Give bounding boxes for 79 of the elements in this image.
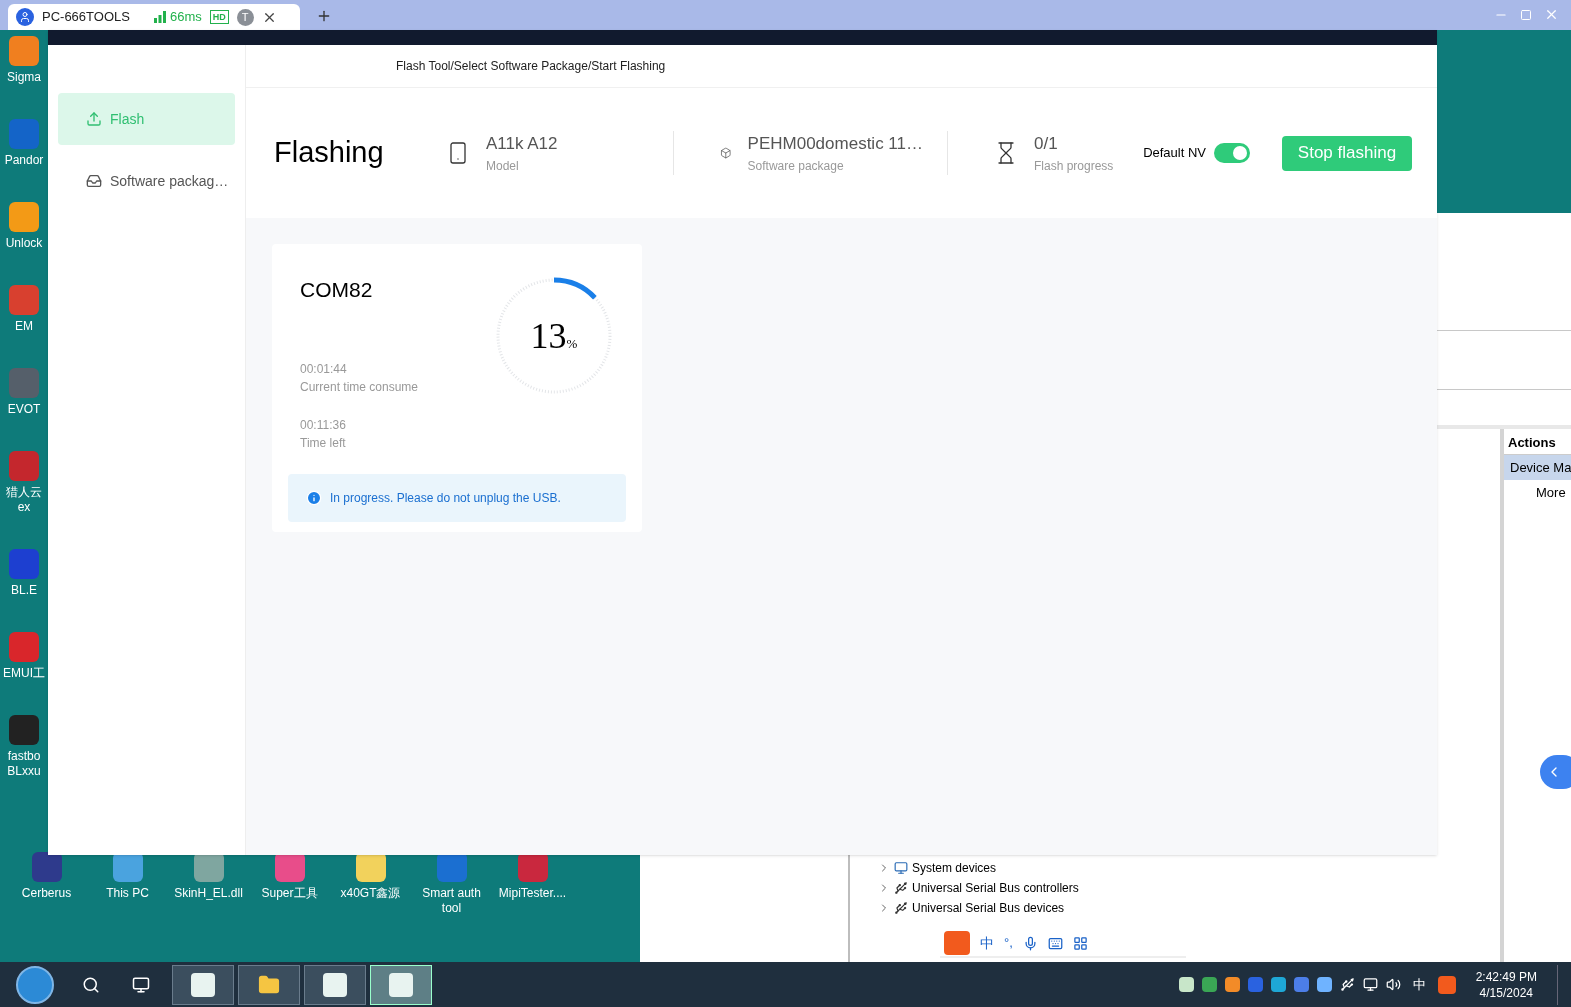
taskbar-app-button[interactable] [238, 964, 300, 1005]
page-title: Flashing [274, 135, 385, 171]
stat-label: Time left [300, 434, 347, 452]
usb-icon [894, 901, 908, 915]
notice-text: In progress. Please do not unplug the USB. [330, 489, 561, 507]
default-nv-toggle[interactable] [1214, 143, 1250, 163]
microphone-icon[interactable] [1022, 935, 1038, 951]
new-tab-icon[interactable] [316, 8, 332, 24]
app-icon [191, 972, 215, 997]
taskbar-app-button[interactable] [304, 964, 366, 1005]
desktop-icon-label[interactable]: Sigma [7, 70, 41, 85]
keyboard-icon[interactable] [1047, 935, 1063, 951]
info-value: PEHM00domestic 11… [747, 133, 923, 156]
remote-tab[interactable]: PC-666TOOLS 66ms HD T [8, 4, 300, 30]
stat-label: Current time consume [300, 378, 419, 396]
tray-app-icon[interactable] [1224, 977, 1240, 992]
inbox-icon [86, 173, 102, 189]
desktop-icon-label[interactable]: Super工具 [261, 886, 318, 901]
grid-icon[interactable] [1072, 935, 1088, 951]
signal-icon [153, 11, 166, 23]
ime-tray-icon[interactable] [1437, 975, 1456, 994]
taskbar-app-button[interactable] [172, 964, 234, 1005]
action-item[interactable]: More [1504, 480, 1571, 505]
clock[interactable]: 2:42:49 PM 4/15/2024 [1475, 968, 1537, 1001]
desktop-icon-label[interactable]: Pandor [4, 153, 44, 168]
folder-icon [258, 973, 280, 996]
port-name: COM82 [300, 277, 374, 303]
desktop-icon-label[interactable]: This PC [106, 886, 149, 901]
stat-value: 00:11:36 [300, 416, 347, 434]
latency-text: 66ms [169, 8, 202, 27]
tab-title: PC-666TOOLS [42, 8, 130, 27]
tray-app-icon[interactable] [1201, 977, 1217, 992]
monitor-icon [894, 861, 908, 875]
desktop-icon-label[interactable]: EM [15, 319, 33, 334]
stat-value: 00:01:44 [300, 360, 348, 378]
search-icon[interactable] [82, 975, 100, 994]
desktop-icon-label[interactable]: Smart auth tool [422, 886, 481, 916]
tree-item[interactable]: Universal Serial Bus controllers [912, 879, 1079, 897]
tray-app-icon[interactable] [1270, 977, 1286, 992]
tray-app-icon[interactable] [1316, 977, 1332, 992]
breadcrumb: Flash Tool/Select Software Package/Start Flashing [396, 58, 666, 75]
info-icon [306, 489, 322, 506]
info-value: 0/1 [1034, 133, 1059, 156]
desktop-icon-label[interactable]: 猎人云 ex [6, 485, 42, 515]
tree-item[interactable]: Universal Serial Bus devices [912, 899, 1065, 917]
info-label: Flash progress [1034, 157, 1114, 175]
usb-icon [894, 881, 908, 895]
desktop-icon-label[interactable]: Unlock [5, 236, 43, 251]
task-view-icon[interactable] [132, 975, 150, 994]
quality-badge: HD [209, 10, 229, 24]
tree-item[interactable]: System devices [912, 859, 997, 877]
tray-app-icon[interactable] [1178, 977, 1194, 992]
usb-icon[interactable] [1339, 977, 1355, 992]
volume-icon[interactable] [1385, 977, 1401, 992]
user-badge: T [236, 8, 254, 26]
avatar-icon [16, 8, 34, 26]
info-value: A11k A12 [486, 133, 558, 156]
info-label: Software package [747, 157, 845, 175]
app-icon [389, 972, 413, 997]
sidebar-item[interactable]: Software packag… [58, 155, 235, 207]
desktop-icon-label[interactable]: SkinH_EL.dll [174, 886, 243, 901]
app-icon[interactable] [31, 852, 62, 882]
desktop-icon-label[interactable]: BL.E [11, 583, 37, 598]
desktop-icon-label[interactable]: MipiTester.... [498, 886, 567, 901]
action-item[interactable]: Device Ma [1504, 455, 1571, 480]
desktop-icon-label[interactable]: EVOT [7, 402, 41, 417]
ime-punctuation[interactable]: °, [1004, 933, 1013, 953]
upload-icon [86, 111, 102, 127]
desktop-icon-label[interactable]: Cerberus [21, 886, 72, 901]
start-button[interactable] [16, 965, 54, 1004]
input-language[interactable]: 中 [1412, 974, 1426, 995]
desktop-icon-label[interactable]: x40GT鑫源 [340, 886, 401, 901]
desktop-icon-label[interactable]: fastbo BLxxu [7, 749, 41, 779]
default-nv-label: Default NV [1143, 144, 1206, 163]
app-icon [323, 972, 347, 997]
info-label: Model [486, 157, 520, 175]
ime-mode[interactable]: 中 [980, 932, 994, 954]
desktop-icon-label[interactable]: EMUI工 [3, 666, 45, 681]
percent-text: 13% [530, 315, 578, 358]
